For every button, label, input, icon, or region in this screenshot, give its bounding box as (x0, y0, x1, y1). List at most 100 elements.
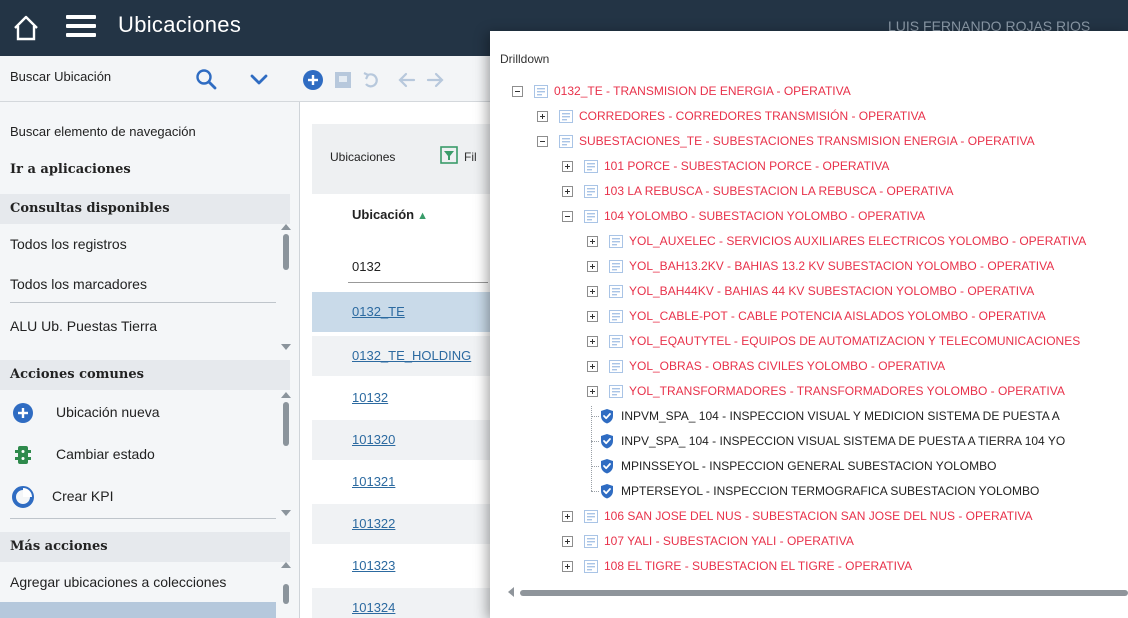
home-icon[interactable] (12, 14, 40, 42)
tree-node-label[interactable]: SUBESTACIONES_TE - SUBESTACIONES TRANSMI… (579, 131, 1035, 151)
app-root: Ubicaciones LUIS FERNANDO ROJAS RIOS Bus… (0, 0, 1128, 618)
tree-connector (591, 441, 599, 442)
tree-node-label[interactable]: 107 YALI - SUBESTACION YALI - OPERATIVA (604, 531, 854, 551)
action-new-location[interactable]: Ubicación nueva (56, 404, 160, 420)
row-link[interactable]: 0132_TE (352, 304, 405, 319)
row-link[interactable]: 101322 (352, 516, 395, 531)
column-header-location[interactable]: Ubicación ▲ (352, 207, 428, 222)
scroll-up-arrow[interactable] (281, 224, 291, 230)
tree-node-label[interactable]: CORREDORES - CORREDORES TRANSMISIÓN - OP… (579, 106, 926, 126)
arrow-left-icon[interactable] (396, 69, 418, 91)
location-icon (609, 334, 623, 348)
save-icon[interactable] (332, 69, 354, 91)
expand-icon[interactable] (562, 561, 573, 572)
expand-icon[interactable] (562, 511, 573, 522)
drilldown-panel: Drilldown 0132_TE - TRANSMISION DE ENERG… (490, 31, 1128, 618)
query-item-all-records[interactable]: Todos los registros (10, 236, 127, 252)
expand-icon[interactable] (587, 236, 598, 247)
action-change-status[interactable]: Cambiar estado (56, 446, 155, 462)
common-actions-scrollbar[interactable] (283, 402, 289, 446)
app-title: Ubicaciones (118, 12, 242, 37)
query-item-all-bookmarks[interactable]: Todos los marcadores (10, 276, 147, 292)
tree-connector (591, 466, 599, 467)
tree-node-label[interactable]: 101 PORCE - SUBESTACION PORCE - OPERATIV… (604, 156, 889, 176)
divider (10, 518, 276, 519)
menu-icon[interactable] (66, 15, 96, 41)
location-icon (584, 184, 598, 198)
tree-node-label[interactable]: 104 YOLOMBO - SUBESTACION YOLOMBO - OPER… (604, 206, 925, 226)
location-filter-input[interactable]: 0132 (352, 259, 381, 274)
expand-icon[interactable] (537, 111, 548, 122)
expand-icon[interactable] (587, 386, 598, 397)
tree-node-label[interactable]: 108 EL TIGRE - SUBESTACION EL TIGRE - OP… (604, 556, 912, 576)
location-icon (609, 284, 623, 298)
tree-node-label[interactable]: 106 SAN JOSE DEL NUS - SUBESTACION SAN J… (604, 506, 1033, 526)
row-link[interactable]: 0132_TE_HOLDING (352, 348, 471, 363)
go-to-apps-link[interactable]: Ir a aplicaciones (0, 162, 290, 177)
location-icon (609, 234, 623, 248)
undo-icon[interactable] (360, 69, 382, 91)
queries-scrollbar[interactable] (283, 234, 289, 270)
location-icon (559, 109, 573, 123)
tree-node-label[interactable]: INPV_SPA_ 104 - INSPECCION VISUAL SISTEM… (621, 431, 1065, 451)
scroll-left-arrow[interactable] (508, 587, 514, 597)
tree-node-label[interactable]: 0132_TE - TRANSMISION DE ENERGIA - OPERA… (554, 81, 851, 101)
expand-icon[interactable] (562, 536, 573, 547)
location-icon (584, 159, 598, 173)
drilldown-title: Drilldown (500, 52, 550, 66)
tree-node-label[interactable]: YOL_EQAUTYTEL - EQUIPOS DE AUTOMATIZACIO… (629, 331, 1080, 351)
action-add-to-collections[interactable]: Agregar ubicaciones a colecciones (10, 574, 226, 590)
row-link[interactable]: 101324 (352, 600, 395, 615)
tree-node-label[interactable]: YOL_TRANSFORMADORES - TRANSFORMADORES YO… (629, 381, 1065, 401)
scroll-up-arrow[interactable] (281, 562, 291, 568)
tree-connector (591, 491, 599, 492)
arrow-right-icon[interactable] (424, 69, 446, 91)
row-link[interactable]: 101323 (352, 558, 395, 573)
expand-icon[interactable] (587, 286, 598, 297)
location-icon (609, 259, 623, 273)
action-create-kpi[interactable]: Crear KPI (52, 488, 113, 504)
query-item-alu-puestas-tierra[interactable]: ALU Ub. Puestas Tierra (10, 318, 157, 334)
tree-node-label[interactable]: YOL_BAH44KV - BAHIAS 44 KV SUBESTACION Y… (629, 281, 1034, 301)
row-link[interactable]: 10132 (352, 390, 388, 405)
check-badge-icon (599, 433, 615, 449)
tree-node-label[interactable]: MPINSSEYOL - INSPECCION GENERAL SUBESTAC… (621, 456, 996, 476)
tree-node-label[interactable]: YOL_AUXELEC - SERVICIOS AUXILIARES ELECT… (629, 231, 1086, 251)
drilldown-horizontal-scrollbar[interactable] (520, 590, 1128, 596)
nav-search-input[interactable]: Buscar elemento de navegación (10, 124, 196, 139)
tree-node-label[interactable]: YOL_BAH13.2KV - BAHIAS 13.2 KV SUBESTACI… (629, 256, 1054, 276)
expand-icon[interactable] (587, 361, 598, 372)
row-link[interactable]: 101320 (352, 432, 395, 447)
expand-icon[interactable] (587, 261, 598, 272)
more-actions-header: Más acciones (0, 532, 290, 562)
check-badge-icon (599, 483, 615, 499)
expand-icon[interactable] (562, 161, 573, 172)
scroll-up-arrow[interactable] (281, 392, 291, 398)
search-input[interactable]: Buscar Ubicación (10, 69, 111, 84)
expand-icon[interactable] (562, 186, 573, 197)
filter-label[interactable]: Fil (464, 150, 477, 164)
location-icon (584, 509, 598, 523)
search-icon[interactable] (194, 67, 218, 91)
chevron-down-icon[interactable] (248, 69, 270, 91)
filter-icon[interactable] (440, 146, 458, 164)
tree-node-label[interactable]: YOL_CABLE-POT - CABLE POTENCIA AISLADOS … (629, 306, 1046, 326)
more-actions-scrollbar[interactable] (283, 584, 289, 604)
collapse-icon[interactable] (537, 136, 548, 147)
add-icon[interactable] (302, 69, 324, 91)
expand-icon[interactable] (587, 311, 598, 322)
tree-node-label[interactable]: YOL_OBRAS - OBRAS CIVILES YOLOMBO - OPER… (629, 356, 945, 376)
more-actions-next-item[interactable] (0, 602, 276, 618)
tree-node-label[interactable]: 103 LA REBUSCA - SUBESTACION LA REBUSCA … (604, 181, 953, 201)
sort-ascending-icon[interactable]: ▲ (414, 210, 428, 222)
scroll-down-arrow[interactable] (281, 510, 291, 516)
location-search-bar: Buscar Ubicación (0, 56, 300, 102)
breadcrumb[interactable]: Ubicaciones (330, 150, 395, 164)
row-link[interactable]: 101321 (352, 474, 395, 489)
scroll-down-arrow[interactable] (281, 344, 291, 350)
expand-icon[interactable] (587, 336, 598, 347)
tree-node-label[interactable]: INPVM_SPA_ 104 - INSPECCION VISUAL Y MED… (621, 406, 1060, 426)
tree-node-label[interactable]: MPTERSEYOL - INSPECCION TERMOGRAFICA SUB… (621, 481, 1039, 501)
collapse-icon[interactable] (562, 211, 573, 222)
collapse-icon[interactable] (512, 86, 523, 97)
